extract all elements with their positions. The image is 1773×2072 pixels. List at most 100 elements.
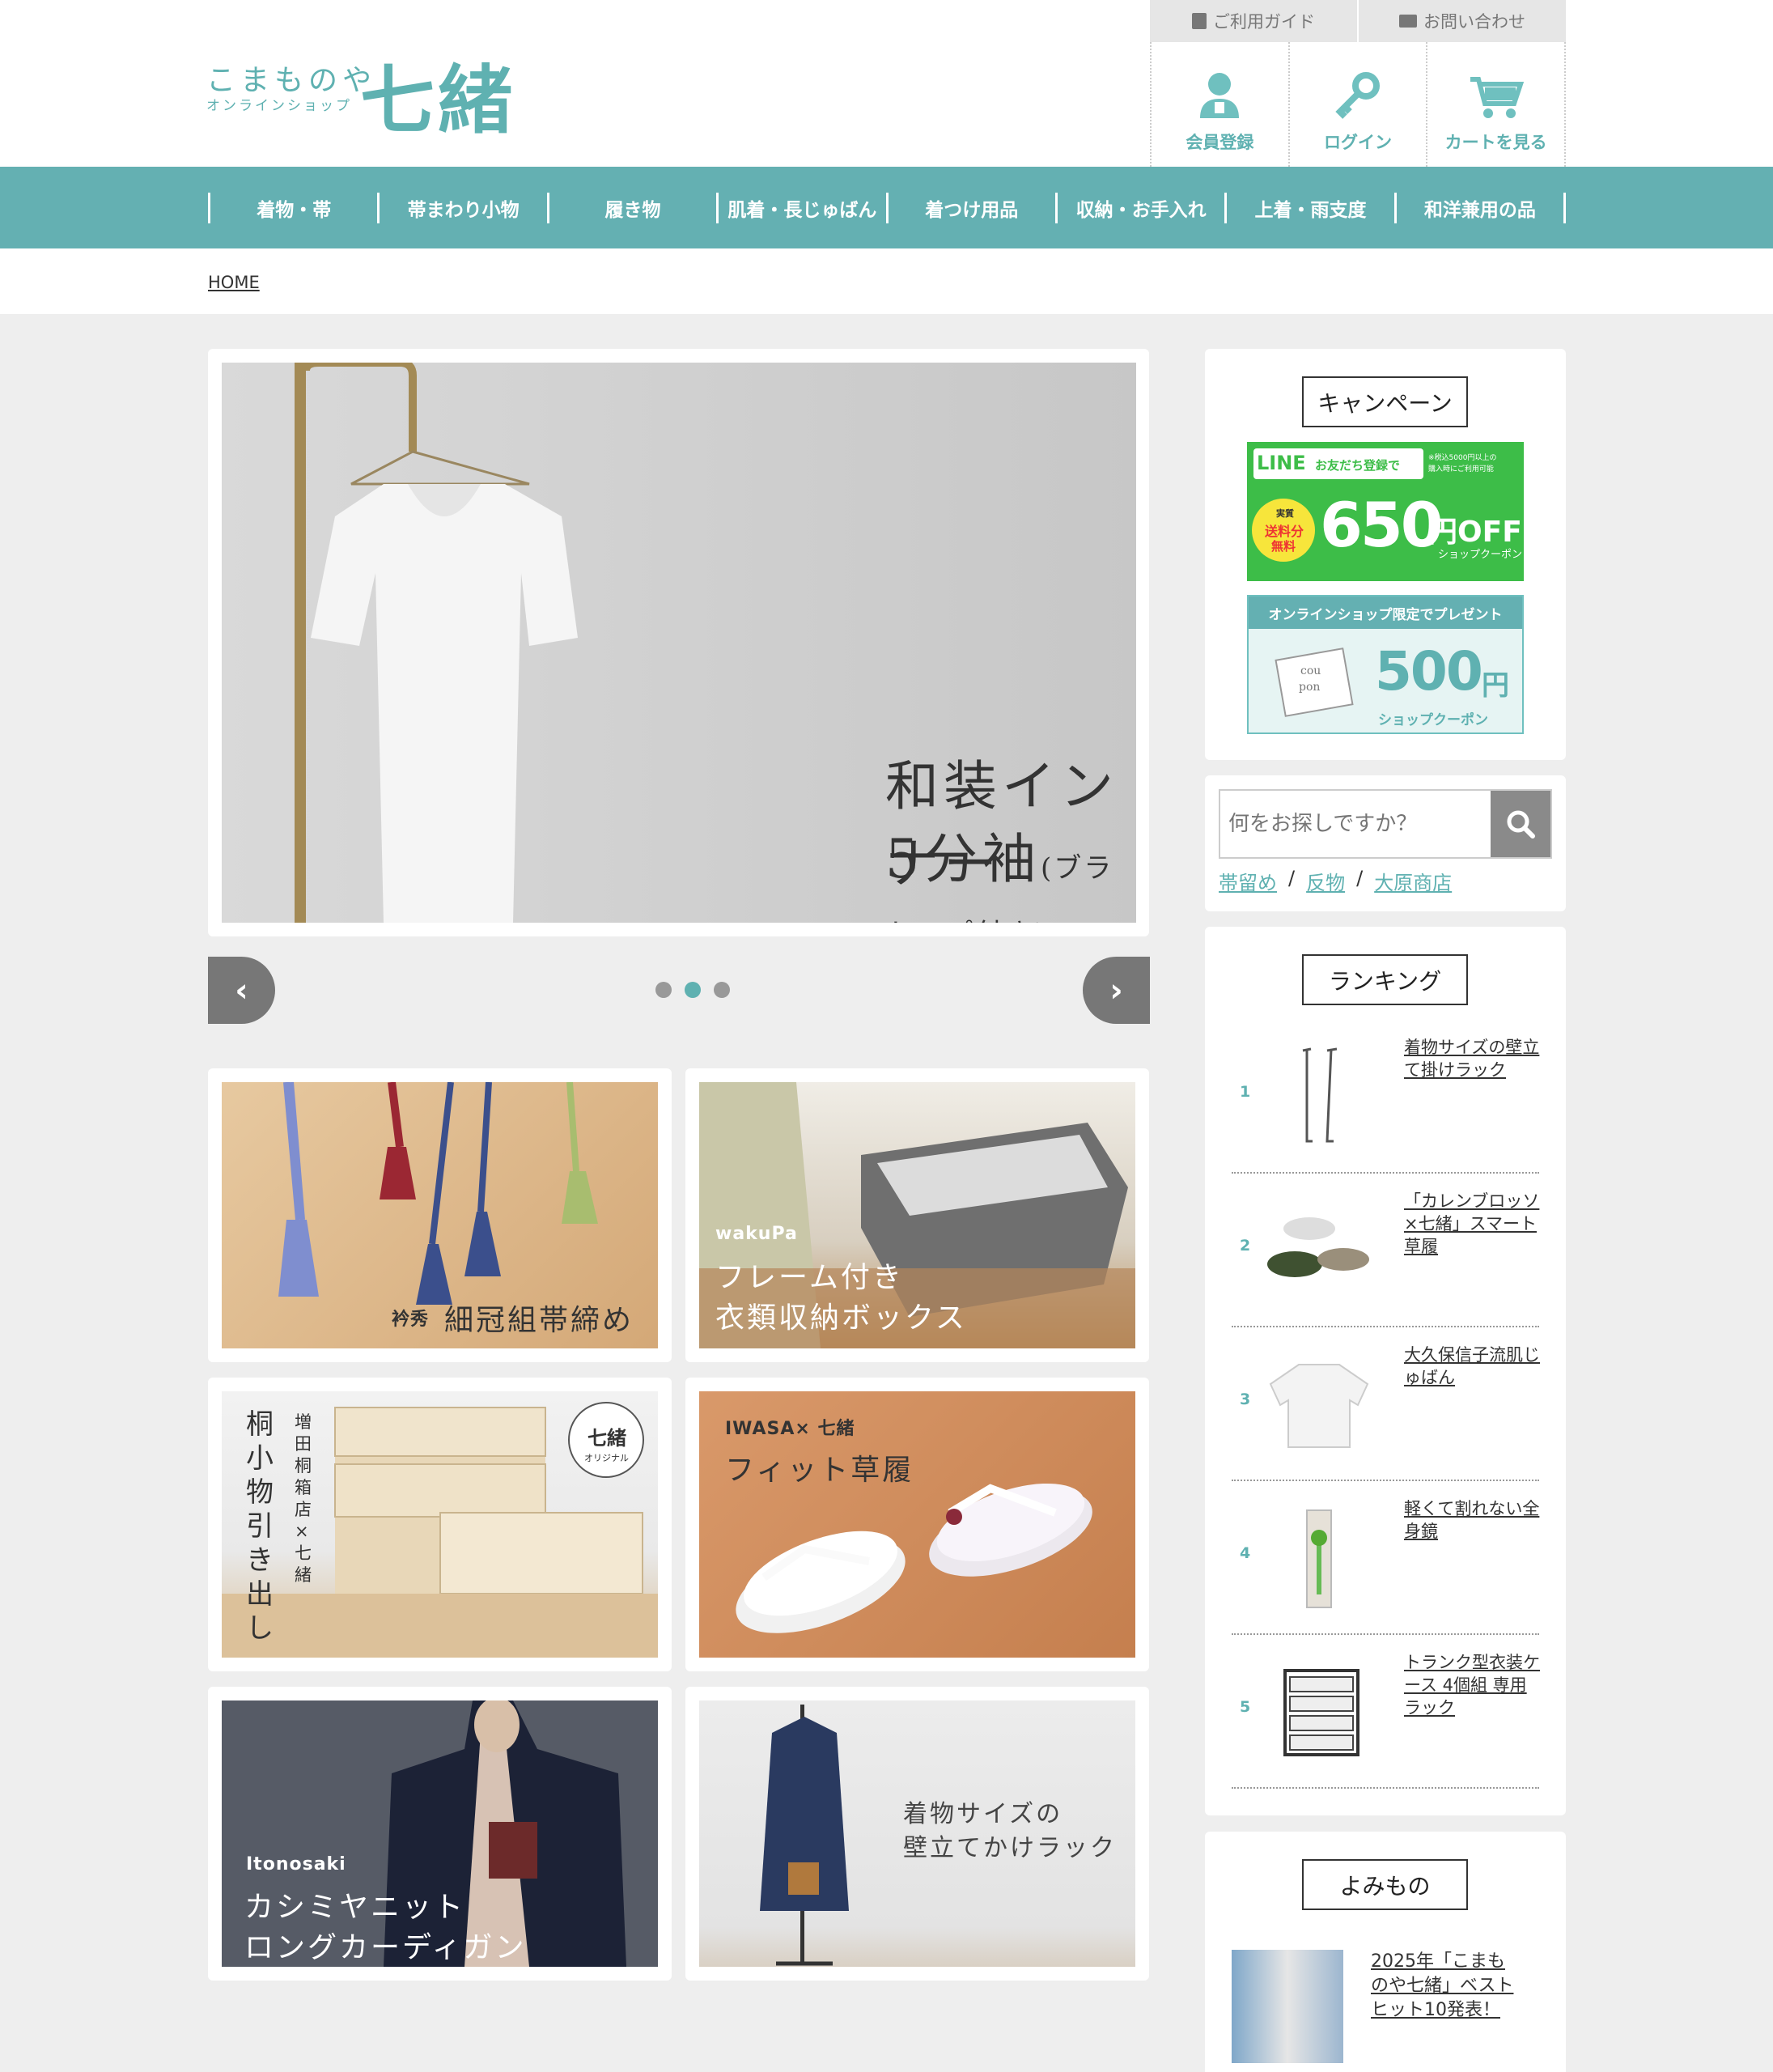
- coupon-card-text2: pon: [1299, 681, 1321, 694]
- rank-name[interactable]: 「カレンブロッソ×七緒」スマート草履: [1404, 1190, 1542, 1258]
- campaign-title: キャンペーン: [1302, 376, 1468, 427]
- guide-link[interactable]: ご利用ガイド: [1150, 0, 1359, 42]
- article-link[interactable]: 2025年「こまものや七緒」ベストヒット10発表！: [1371, 1950, 1516, 2023]
- ranking-item[interactable]: 1 着物サイズの壁立て掛けラック: [1232, 1020, 1539, 1174]
- login-button[interactable]: ログイン: [1287, 42, 1427, 167]
- register-button[interactable]: 会員登録: [1150, 42, 1288, 167]
- contact-link-label: お問い合わせ: [1423, 12, 1525, 32]
- nav-crossover[interactable]: 和洋兼用の品: [1397, 193, 1566, 223]
- original-badge-sub: オリジナル: [584, 1453, 629, 1463]
- rank-number: 5: [1240, 1698, 1251, 1716]
- slider-prev-button[interactable]: ‹: [208, 957, 275, 1024]
- search-icon: [1507, 810, 1535, 839]
- line-banner-note2: 購入時にご利用可能: [1428, 465, 1494, 473]
- slider-dot[interactable]: [714, 982, 730, 998]
- contact-link[interactable]: お問い合わせ: [1359, 0, 1566, 42]
- logo-small-text: こまものや: [206, 64, 377, 97]
- line-coupon-unit: 円OFF: [1428, 516, 1522, 549]
- rank-name[interactable]: トランク型衣装ケース 4個組 専用ラック: [1404, 1651, 1542, 1719]
- rank-thumbnail: [1306, 1509, 1332, 1608]
- tag-link[interactable]: 反物: [1306, 867, 1345, 895]
- line-banner-note1: ※税込5000円以上の: [1428, 454, 1497, 462]
- logo-sub-text: オンラインショップ: [206, 98, 352, 114]
- banner-storage-box-title2: 衣類収納ボックス: [715, 1301, 967, 1335]
- slider-next-button[interactable]: ›: [1083, 957, 1150, 1024]
- online-coupon-amount: 500: [1375, 640, 1483, 703]
- nav-outerwear[interactable]: 上着・雨支度: [1227, 193, 1397, 223]
- slider-dot[interactable]: [655, 982, 672, 998]
- logo-main-text: 七緒: [360, 57, 516, 144]
- ranking-item[interactable]: 3 大久保信子流肌じゅばん: [1232, 1327, 1542, 1481]
- online-coupon-label: ショップクーポン: [1378, 712, 1488, 728]
- nav-kimono-obi[interactable]: 着物・帯: [210, 193, 380, 223]
- line-banner-head2: お友だち登録で: [1315, 458, 1401, 473]
- rank-thumbnail: [1283, 1669, 1359, 1756]
- search-form: [1219, 789, 1552, 859]
- banner-cardigan-title1: カシミヤニット: [244, 1891, 466, 1924]
- tag-link[interactable]: 帯留め: [1219, 867, 1277, 895]
- banner-obijime-image: 衿秀 細冠組帯締め: [222, 1082, 658, 1348]
- ranking-item[interactable]: 5 トランク型衣装ケース 4個組 専用ラック: [1232, 1635, 1542, 1789]
- ranking-item[interactable]: 2 「カレンブロッソ×七緒」スマート草履: [1232, 1174, 1539, 1327]
- banner-cardigan-title2: ロングカーディガン: [244, 1931, 527, 1964]
- articles-title: よみもの: [1302, 1859, 1468, 1910]
- ranking-panel: ランキング 1 着物サイズの壁立て掛けラック 2 「カレンブロッソ×七緒」スマー…: [1205, 927, 1566, 1815]
- line-banner-head: LINE: [1257, 452, 1306, 474]
- line-coupon-amount: 650: [1320, 489, 1444, 561]
- login-label: ログイン: [1324, 133, 1392, 152]
- hero-title-line2: 5分袖(ブラトップ付き): [885, 816, 1136, 923]
- hero-slider: 和装インナー 5分袖(ブラトップ付き): [208, 349, 1149, 936]
- banner-cardigan-image: Itonosaki カシミヤニット ロングカーディガン: [222, 1700, 658, 1967]
- rank-number: 1: [1240, 1083, 1251, 1101]
- book-icon: [1192, 13, 1207, 29]
- breadcrumb-home[interactable]: HOME: [208, 273, 260, 292]
- rank-number: 3: [1240, 1391, 1251, 1408]
- breadcrumb-bar: HOME: [0, 248, 1773, 314]
- line-coupon-banner[interactable]: LINE お友だち登録で ※税込5000円以上の 購入時にご利用可能 実質 送料…: [1247, 442, 1524, 581]
- site-header: こまものや オンラインショップ 七緒 ご利用ガイド お問い合わせ 会員登録 ログ…: [0, 0, 1773, 167]
- rank-thumbnail: [1269, 1364, 1369, 1448]
- rank-name[interactable]: 着物サイズの壁立て掛けラック: [1404, 1036, 1542, 1081]
- tag-link[interactable]: 大原商店: [1374, 867, 1452, 895]
- banner-fit-zori[interactable]: IWASA× 七緒 フィット草履: [685, 1378, 1149, 1671]
- nav-obi-accessories[interactable]: 帯まわり小物: [380, 193, 549, 223]
- rank-number: 2: [1240, 1237, 1251, 1255]
- ranking-item[interactable]: 4 軽くて割れない全身鏡: [1232, 1481, 1539, 1635]
- banner-storage-box-image: wakuPa フレーム付き 衣類収納ボックス: [699, 1082, 1135, 1348]
- utility-links: ご利用ガイド お問い合わせ: [1150, 0, 1566, 42]
- hero-slide-image[interactable]: 和装インナー 5分袖(ブラトップ付き): [222, 363, 1136, 923]
- banner-storage-box[interactable]: wakuPa フレーム付き 衣類収納ボックス: [685, 1068, 1149, 1362]
- rank-thumbnail: [1302, 1047, 1338, 1143]
- cart-button[interactable]: カートを見る: [1426, 42, 1567, 167]
- badge-line1: 実質: [1276, 508, 1294, 519]
- banner-kimono-rack[interactable]: 着物サイズの 壁立てかけラック: [685, 1687, 1149, 1981]
- banner-cardigan-brand: Itonosaki: [246, 1854, 346, 1875]
- register-label: 会員登録: [1186, 133, 1254, 152]
- chevron-left-icon: ‹: [235, 971, 248, 1009]
- chevron-right-icon: ›: [1109, 971, 1123, 1009]
- banner-kiri-drawer-maker: 増田桐箱店×七緒: [295, 1412, 312, 1585]
- article-thumbnail[interactable]: [1232, 1950, 1343, 2063]
- nav-footwear[interactable]: 履き物: [549, 193, 719, 223]
- search-button[interactable]: [1491, 791, 1550, 857]
- banner-fit-zori-brand: IWASA× 七緒: [725, 1419, 855, 1439]
- nav-underwear[interactable]: 肌着・長じゅばん: [719, 193, 889, 223]
- nav-storage-care[interactable]: 収納・お手入れ: [1058, 193, 1228, 223]
- banner-kiri-drawer[interactable]: 桐小物引き出し 増田桐箱店×七緒 七緒 オリジナル: [208, 1378, 672, 1671]
- slider-dot-active[interactable]: [685, 982, 701, 998]
- cart-label: カートを見る: [1444, 133, 1547, 152]
- global-nav: 着物・帯 帯まわり小物 履き物 肌着・長じゅばん 着つけ用品 収納・お手入れ 上…: [0, 167, 1773, 248]
- rank-name[interactable]: 大久保信子流肌じゅばん: [1404, 1344, 1542, 1389]
- online-coupon-banner[interactable]: オンラインショップ限定でプレゼント cou pon 500 円 ショップクーポン: [1247, 595, 1524, 734]
- banner-cardigan[interactable]: Itonosaki カシミヤニット ロングカーディガン: [208, 1687, 672, 1981]
- site-logo[interactable]: こまものや オンラインショップ 七緒: [206, 40, 530, 144]
- banner-storage-box-brand: wakuPa: [715, 1224, 798, 1244]
- rank-name[interactable]: 軽くて割れない全身鏡: [1404, 1497, 1542, 1543]
- original-badge-text: 七緒: [587, 1427, 626, 1450]
- banner-obijime[interactable]: 衿秀 細冠組帯締め: [208, 1068, 672, 1362]
- line-coupon-label: ショップクーポン: [1438, 549, 1523, 561]
- online-coupon-head: オンラインショップ限定でプレゼント: [1249, 597, 1522, 629]
- search-input[interactable]: [1220, 791, 1491, 857]
- banner-kimono-rack-title2: 壁立てかけラック: [903, 1834, 1117, 1862]
- nav-dressing-tools[interactable]: 着つけ用品: [889, 193, 1058, 223]
